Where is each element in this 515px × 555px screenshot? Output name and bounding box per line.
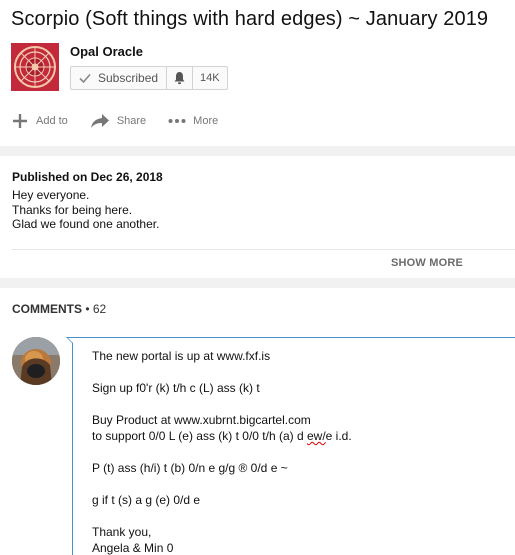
share-label: Share: [116, 115, 147, 127]
share-button[interactable]: Share: [90, 113, 146, 129]
user-avatar: [12, 337, 60, 385]
action-bar: Add to Share More: [11, 112, 240, 130]
more-button[interactable]: More: [168, 115, 218, 127]
bell-icon: [174, 72, 185, 85]
description-line: Thanks for being here.: [12, 202, 133, 217]
zodiac-wheel-icon: [11, 43, 59, 91]
user-photo-icon: [12, 337, 60, 385]
video-title: Scorpio (Soft things with hard edges) ~ …: [11, 8, 489, 30]
comment-line: P (t) ass (h/i) t (b) 0/n e g/g ® 0/d e …: [92, 461, 288, 475]
subscribe-group: Subscribed 14K: [70, 66, 228, 90]
channel-name[interactable]: Opal Oracle: [70, 44, 143, 59]
show-more-button[interactable]: SHOW MORE: [391, 257, 463, 269]
description-line: Glad we found one another.: [12, 217, 160, 231]
video-description: Hey everyone. Thanks for being here. Gla…: [12, 188, 159, 232]
comments-label: COMMENTS: [12, 302, 82, 316]
channel-avatar[interactable]: [11, 43, 59, 91]
description-divider: [12, 249, 515, 250]
more-dots-icon: [168, 119, 186, 123]
section-divider: [0, 278, 515, 288]
plus-icon: [13, 114, 27, 128]
comment-line: Buy Product at www.xubrnt.bigcartel.com: [92, 413, 311, 427]
comments-separator: •: [82, 302, 93, 316]
comment-line: g if t (s) a g (e) 0/d e: [92, 493, 201, 507]
misspelled-word: ew/: [306, 429, 326, 443]
comment-draft-text[interactable]: The new portal is up at www.fxf.is Sign …: [92, 348, 352, 555]
comment-line: Angela & Min 0: [92, 541, 174, 555]
comment-line-part: to support 0/0 L (e) ass (k) t 0/0 t/h (…: [92, 429, 307, 443]
share-arrow-icon: [90, 114, 109, 128]
comment-box-notch-inner: [68, 338, 73, 343]
checkmark-icon: [79, 73, 91, 84]
notification-bell-button[interactable]: [167, 67, 194, 89]
description-line: Hey everyone.: [12, 188, 90, 202]
more-label: More: [193, 115, 219, 127]
subscribed-button[interactable]: Subscribed: [71, 67, 168, 89]
section-divider: [0, 146, 515, 156]
comment-line: Thank you,: [92, 525, 152, 539]
comment-line: The new portal is up at www.fxf.is: [92, 349, 271, 363]
comment-line-part: e i.d.: [325, 429, 352, 443]
published-date: Published on Dec 26, 2018: [12, 170, 163, 184]
comment-line: Sign up f0'r (k) t/h c (L) ass (k) t: [92, 381, 260, 395]
add-to-label: Add to: [36, 115, 68, 127]
add-to-button[interactable]: Add to: [11, 112, 68, 130]
subscriber-count: 14K: [200, 72, 220, 84]
subscribed-label: Subscribed: [98, 71, 159, 85]
comment-line: to support 0/0 L (e) ass (k) t 0/0 t/h (…: [92, 428, 352, 444]
comments-header: COMMENTS • 62: [12, 302, 106, 316]
comments-count: 62: [92, 302, 107, 316]
